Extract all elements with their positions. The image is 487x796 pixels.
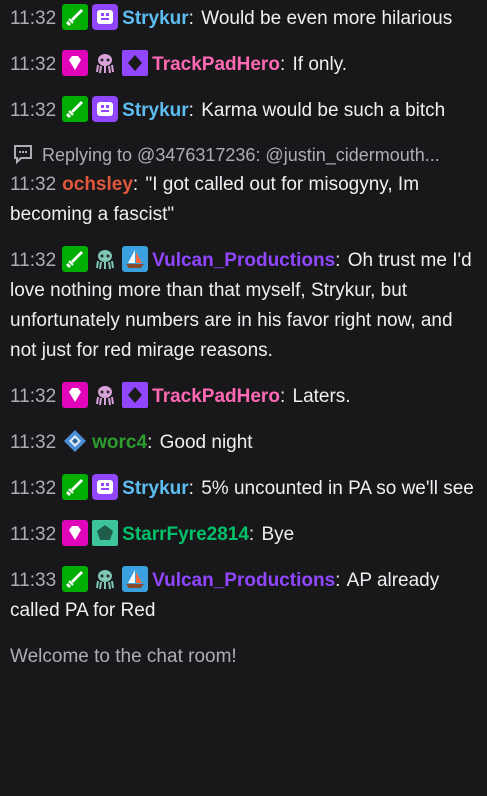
- message-colon: :: [188, 8, 194, 29]
- message-colon: :: [279, 54, 286, 75]
- chat-message: 11:32 Strykur: 5% uncounted in PA so we'l…: [10, 474, 479, 504]
- timestamp: 11:32: [10, 100, 57, 121]
- username[interactable]: TrackPadHero: [152, 386, 280, 407]
- pentagon-badge-icon[interactable]: [92, 520, 119, 546]
- chat-message: 11:32 Strykur: Would be even more hilario…: [10, 4, 479, 34]
- sword-icon[interactable]: [62, 566, 89, 592]
- username[interactable]: Strykur: [122, 8, 189, 29]
- message-colon: :: [279, 386, 286, 407]
- squid-badge-icon[interactable]: [92, 246, 118, 272]
- chat-message: 11:32 Vulcan_Productions: Oh trust me I'd…: [10, 246, 479, 366]
- smiley-badge-icon[interactable]: [92, 474, 119, 500]
- message-text: Laters.: [292, 386, 351, 407]
- username[interactable]: Strykur: [122, 478, 189, 499]
- sailboat-badge-icon[interactable]: [122, 246, 149, 272]
- timestamp: 11:32: [10, 8, 57, 29]
- chat-message: 11:32 TrackPadHero: Laters.: [10, 382, 479, 412]
- purple-diamond-badge-icon[interactable]: [122, 50, 149, 76]
- chat-log: 11:32 Strykur: Would be even more hilario…: [0, 0, 487, 796]
- username[interactable]: Strykur: [122, 100, 189, 121]
- welcome-message: Welcome to the chat room!: [10, 646, 237, 667]
- message-text: Bye: [261, 524, 295, 545]
- sword-icon[interactable]: [62, 474, 89, 500]
- smiley-badge-icon[interactable]: [92, 96, 119, 122]
- chat-bubble-icon: [12, 143, 34, 165]
- timestamp: 11:32: [10, 174, 57, 195]
- timestamp: 11:32: [10, 250, 57, 271]
- squid-badge-icon[interactable]: [92, 50, 118, 76]
- message-colon: :: [188, 478, 194, 499]
- chat-message: 11:32 StarrFyre2814: Bye: [10, 520, 479, 550]
- username[interactable]: TrackPadHero: [152, 54, 280, 75]
- diamond-badge-icon[interactable]: [62, 382, 89, 408]
- sword-icon[interactable]: [62, 96, 89, 122]
- chat-message: 11:32 Strykur: Karma would be such a bitc…: [10, 96, 479, 126]
- chat-message: 11:33 Vulcan_Productions: AP already call…: [10, 566, 479, 626]
- smiley-badge-icon[interactable]: [92, 4, 119, 30]
- reply-context[interactable]: Replying to @3476317236: @justin_cidermo…: [10, 142, 479, 168]
- timestamp: 11:32: [10, 386, 57, 407]
- username[interactable]: ochsley: [62, 174, 133, 195]
- message-text: If only.: [292, 54, 348, 75]
- diamond-badge-icon[interactable]: [62, 50, 89, 76]
- chat-message: 11:32 TrackPadHero: If only.: [10, 50, 479, 80]
- message-colon: :: [335, 570, 341, 591]
- message-colon: :: [248, 524, 255, 545]
- message-text: Good night: [159, 432, 253, 453]
- sailboat-badge-icon[interactable]: [122, 566, 149, 592]
- timestamp: 11:32: [10, 432, 57, 453]
- diamond-badge-icon[interactable]: [62, 520, 89, 546]
- prime-gaming-icon[interactable]: [62, 428, 88, 454]
- message-text: Karma would be such a bitch: [201, 100, 446, 121]
- username[interactable]: Vulcan_Productions: [152, 570, 335, 591]
- timestamp: 11:32: [10, 524, 57, 545]
- purple-diamond-badge-icon[interactable]: [122, 382, 149, 408]
- message-text: 5% uncounted in PA so we'll see: [201, 478, 474, 499]
- message-colon: :: [188, 100, 194, 121]
- timestamp: 11:32: [10, 478, 57, 499]
- sword-icon[interactable]: [62, 246, 89, 272]
- username[interactable]: worc4: [92, 432, 147, 453]
- squid-badge-icon[interactable]: [92, 382, 118, 408]
- username[interactable]: Vulcan_Productions: [152, 250, 335, 271]
- timestamp: 11:33: [10, 570, 57, 591]
- timestamp: 11:32: [10, 54, 57, 75]
- chat-message-reply: Replying to @3476317236: @justin_cidermo…: [10, 142, 479, 230]
- message-text: Would be even more hilarious: [201, 8, 453, 29]
- sword-icon[interactable]: [62, 4, 89, 30]
- message-colon: :: [132, 174, 139, 195]
- chat-message: 11:32 worc4: Good night: [10, 428, 479, 458]
- message-colon: :: [335, 250, 341, 271]
- squid-badge-icon[interactable]: [92, 566, 118, 592]
- reply-text: Replying to @3476317236: @justin_cidermo…: [42, 145, 440, 165]
- username[interactable]: StarrFyre2814: [122, 524, 249, 545]
- message-colon: :: [147, 432, 153, 453]
